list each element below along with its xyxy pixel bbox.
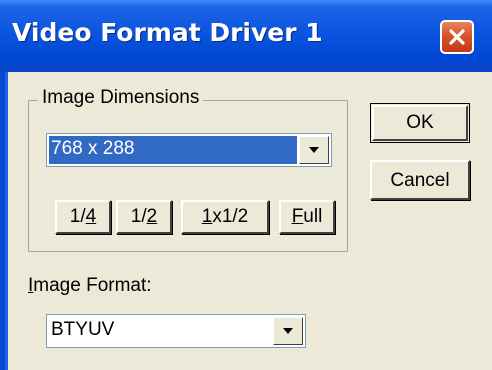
image-format-dropdown-button[interactable] bbox=[273, 317, 303, 345]
image-dimensions-legend: Image Dimensions bbox=[38, 87, 204, 109]
image-format-select-value: BTYUV bbox=[51, 319, 115, 340]
window-frame-left-inner bbox=[5, 72, 8, 370]
quarter-size-label-pre: 1/ bbox=[69, 206, 86, 227]
cancel-button[interactable]: Cancel bbox=[370, 160, 470, 200]
one-by-half-size-button[interactable]: 1x1/2 bbox=[181, 200, 269, 234]
close-icon bbox=[449, 29, 465, 45]
half-size-button[interactable]: 1/2 bbox=[116, 200, 172, 234]
chevron-down-icon bbox=[309, 147, 319, 153]
video-format-dialog: Video Format Driver 1 Image Dimensions 7… bbox=[0, 0, 492, 370]
full-size-label-post: ull bbox=[303, 206, 323, 227]
full-size-button[interactable]: Full bbox=[279, 200, 335, 234]
dimensions-select[interactable]: 768 x 288 bbox=[46, 133, 332, 167]
image-format-select[interactable]: BTYUV bbox=[46, 314, 306, 348]
close-button[interactable] bbox=[440, 20, 474, 54]
image-format-label: Image Format: bbox=[28, 275, 152, 297]
window-title: Video Format Driver 1 bbox=[12, 18, 323, 47]
one-by-half-label-post: x1/2 bbox=[212, 206, 249, 227]
image-format-label-rest: mage Format: bbox=[33, 275, 152, 296]
quarter-size-label-mnemonic: 4 bbox=[85, 206, 97, 227]
ok-button-label: OK bbox=[406, 112, 434, 133]
half-size-label-mnemonic: 2 bbox=[146, 206, 158, 227]
title-bar[interactable]: Video Format Driver 1 bbox=[0, 0, 492, 72]
full-size-label-mnemonic: F bbox=[291, 206, 304, 227]
ok-button[interactable]: OK bbox=[370, 103, 470, 143]
chevron-down-icon bbox=[283, 328, 293, 334]
quarter-size-button[interactable]: 1/4 bbox=[55, 200, 111, 234]
dimensions-select-value: 768 x 288 bbox=[49, 136, 297, 164]
cancel-button-label: Cancel bbox=[390, 170, 450, 191]
half-size-label-pre: 1/ bbox=[130, 206, 147, 227]
dimensions-dropdown-button[interactable] bbox=[299, 136, 329, 164]
one-by-half-label-mnemonic: 1 bbox=[201, 206, 213, 227]
